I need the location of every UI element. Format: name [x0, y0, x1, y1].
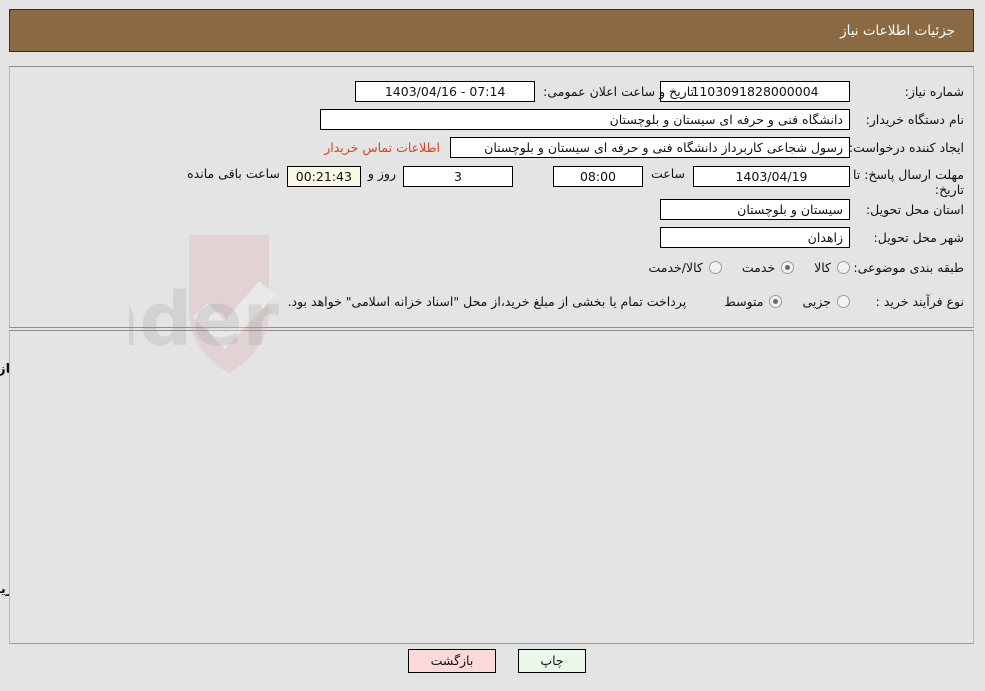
deadline-days-label: روز و — [368, 166, 397, 181]
field-purchase-type: نوع فرآیند خرید : جزیی متوسط پرداخت تمام… — [289, 290, 965, 312]
deadline-label: مهلت ارسال پاسخ: تا تاریخ: — [854, 167, 965, 197]
field-announce-datetime: تاریخ و ساعت اعلان عمومی: 07:14 - 1403/0… — [356, 80, 695, 102]
print-button[interactable]: چاپ — [519, 649, 587, 673]
buyer-contact-link[interactable]: اطلاعات تماس خریدار — [325, 140, 441, 155]
page-title: جزئیات اطلاعات نیاز — [841, 22, 956, 39]
deadline-days-value: 3 — [403, 166, 514, 187]
deadline-date-value: 1403/04/19 — [694, 166, 851, 187]
category-radio-kala-khedmat[interactable] — [709, 260, 723, 274]
province-label: استان محل تحویل: — [866, 201, 965, 217]
creator-value: رسول شجاعی کاربرداز دانشگاه فنی و حرفه ا… — [451, 136, 851, 158]
services-panel — [10, 330, 975, 644]
buyer-org-label: نام دستگاه خریدار: — [866, 111, 965, 127]
purchase-type-note: پرداخت تمام یا بخشی از مبلغ خرید،از محل … — [288, 293, 688, 309]
category-label: طبقه بندی موضوعی: — [854, 259, 965, 275]
field-province: استان محل تحویل: سیستان و بلوچستان — [661, 198, 965, 220]
purchase-type-radio-group: جزیی متوسط — [711, 294, 851, 309]
back-button[interactable]: بازگشت — [409, 649, 497, 673]
page-header: جزئیات اطلاعات نیاز — [10, 9, 975, 52]
field-creator: ایجاد کننده درخواست: رسول شجاعی کاربرداز… — [325, 136, 965, 158]
deadline-countdown-label: ساعت باقی مانده — [188, 166, 281, 181]
announce-datetime-label: تاریخ و ساعت اعلان عمومی: — [544, 83, 695, 99]
need-number-label: شماره نیاز: — [905, 83, 965, 99]
field-category: طبقه بندی موضوعی: کالا خدمت کالا/خدمت — [635, 256, 965, 278]
category-option-label-0: کالا — [815, 259, 832, 275]
field-buyer-org: نام دستگاه خریدار: دانشگاه فنی و حرفه ای… — [321, 108, 965, 130]
category-radio-khedmat[interactable] — [782, 260, 796, 274]
deadline-time-label: ساعت — [651, 166, 686, 181]
purchase-option-label-1: متوسط — [725, 293, 765, 309]
deadline-countdown-value: 00:21:43 — [287, 166, 362, 187]
creator-label: ایجاد کننده درخواست: — [849, 139, 965, 155]
purchase-option-label-0: جزیی — [803, 293, 832, 309]
purchase-radio-motevasset[interactable] — [770, 294, 784, 308]
category-option-label-2: کالا/خدمت — [649, 259, 704, 275]
field-city: شهر محل تحویل: زاهدان — [661, 226, 965, 248]
field-need-number: شماره نیاز: 1103091828000004 — [661, 80, 965, 102]
category-radio-group: کالا خدمت کالا/خدمت — [635, 260, 851, 275]
city-label: شهر محل تحویل: — [874, 229, 965, 245]
purchase-type-label: نوع فرآیند خرید : — [876, 293, 965, 309]
category-option-label-1: خدمت — [742, 259, 777, 275]
city-value: زاهدان — [661, 226, 851, 248]
province-value: سیستان و بلوچستان — [661, 198, 851, 220]
buyer-org-value: دانشگاه فنی و حرفه ای سیستان و بلوچستان — [321, 108, 851, 130]
purchase-radio-jozii[interactable] — [838, 294, 851, 308]
category-radio-kala[interactable] — [838, 260, 851, 274]
deadline-time-value: 08:00 — [553, 166, 644, 187]
announce-datetime-value: 07:14 - 1403/04/16 — [356, 80, 537, 102]
